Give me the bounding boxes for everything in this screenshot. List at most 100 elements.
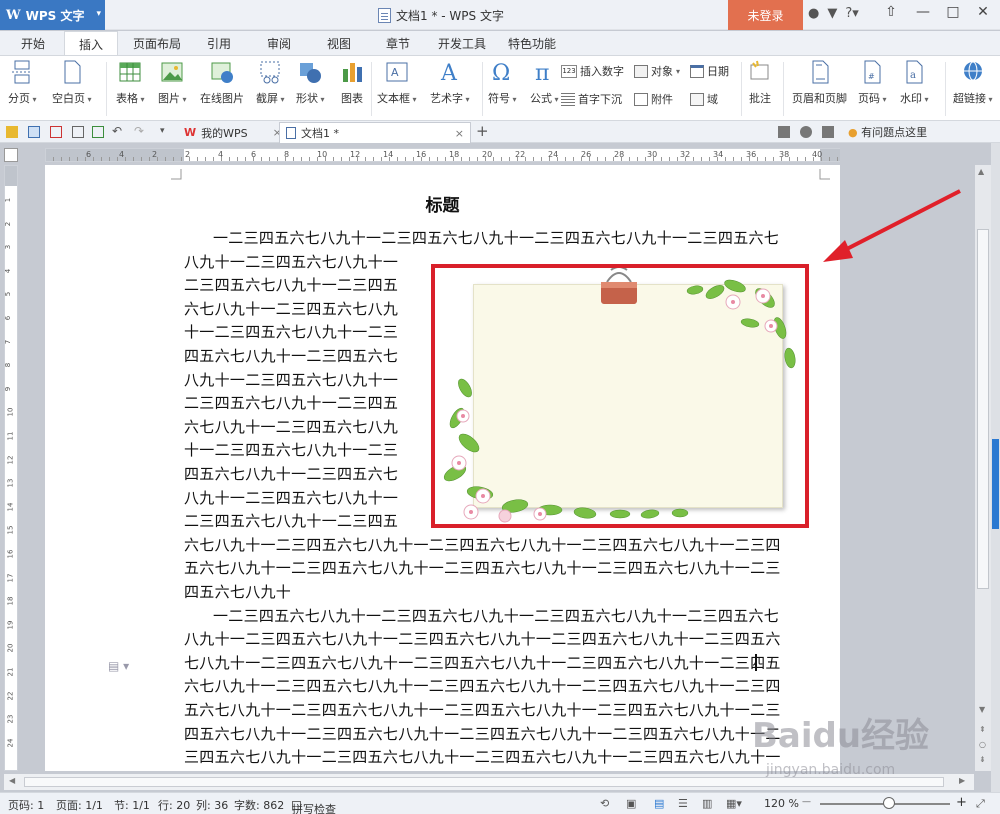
insert-number-button[interactable]: 123 插入数字 (561, 63, 624, 79)
watermark-button[interactable]: a 水印 (900, 59, 929, 106)
skin-icon[interactable]: ● (808, 6, 819, 21)
scroll-down-icon[interactable]: ▼ (979, 705, 985, 714)
export-pdf-icon[interactable] (50, 126, 62, 138)
object-button[interactable]: 对象 ▾ (634, 63, 680, 79)
comment-button[interactable]: 批注 (748, 59, 772, 106)
symbol-button[interactable]: Ω 符号 (488, 59, 517, 106)
picture-button[interactable]: 图片 (158, 59, 187, 106)
ribbon-divider (106, 62, 107, 116)
wordart-button[interactable]: A 艺术字 (430, 59, 470, 106)
text-line: 十一二三四五六七八九十一二三 (184, 323, 399, 342)
online-picture-button[interactable]: 在线图片 (200, 59, 244, 106)
task-pane-strip[interactable] (991, 143, 1000, 792)
scroll-thumb[interactable] (977, 229, 989, 589)
tab-view[interactable]: 视图 (327, 35, 351, 52)
page-number-button[interactable]: # 页码 (858, 59, 887, 106)
ruler-corner[interactable] (4, 148, 18, 162)
zoom-in-button[interactable]: + (956, 795, 967, 810)
next-page-icon[interactable]: ⇟ (979, 755, 986, 764)
close-button[interactable]: ✕ (972, 4, 994, 20)
table-button[interactable]: 表格 (116, 59, 145, 106)
page-break-button[interactable]: 分页 (8, 59, 37, 106)
field-button[interactable]: 域 (690, 91, 718, 107)
header-footer-button[interactable]: 页眉和页脚 (792, 59, 847, 106)
status-section[interactable]: 节: 1/1 (114, 797, 150, 813)
ruler-number: 6 (4, 315, 13, 321)
revision-icon[interactable]: ⟲ (600, 797, 609, 810)
tab-home[interactable]: 开始 (21, 35, 45, 52)
document-page[interactable]: 标题 一二三四五六七八九十一二三四五六七八九十一二三四五六七八九十一二三四五六七… (45, 165, 840, 771)
zoom-out-button[interactable]: — (802, 797, 811, 807)
number-icon: 123 (561, 64, 577, 78)
drop-cap-button[interactable]: 首字下沉 (561, 91, 622, 107)
read-view-icon[interactable]: ▦▾ (726, 797, 742, 810)
fit-page-icon[interactable]: ⤢ (976, 797, 985, 811)
screenshot-button[interactable]: 截屏 (256, 59, 285, 106)
chart-button[interactable]: 图表 (340, 59, 364, 106)
text-line: 二三四五六七八九十一二三四五 (184, 512, 399, 531)
tool-icon[interactable] (778, 126, 790, 138)
help-button[interactable]: ?▾ (845, 6, 858, 21)
tool-icon[interactable] (822, 126, 834, 138)
new-tab-button[interactable]: + (476, 122, 489, 140)
task-pane-toggle[interactable] (992, 439, 999, 529)
chevron-down-icon[interactable]: ▾ (160, 126, 172, 138)
tool-icon[interactable] (800, 126, 812, 138)
scroll-right-icon[interactable]: ▶ (959, 776, 965, 785)
shapes-button[interactable]: 形状 (296, 59, 325, 106)
textbox-button[interactable]: A 文本框 (377, 59, 417, 106)
scissors-icon (260, 61, 280, 84)
vertical-scrollbar[interactable]: ▲ ▼ ⇞ ○ ⇟ (975, 165, 991, 771)
attachment-button[interactable]: 附件 (634, 91, 673, 107)
zoom-slider-knob[interactable] (883, 797, 895, 809)
restore-ribbon-icon[interactable]: ⇧ (880, 4, 902, 20)
web-view-icon[interactable]: ▥ (702, 797, 712, 810)
save-icon[interactable] (28, 126, 40, 138)
tab-section[interactable]: 章节 (386, 35, 410, 52)
wps-app-menu-button[interactable]: W WPS 文字 ▾ (0, 0, 105, 30)
tab-page-layout[interactable]: 页面布局 (133, 35, 181, 52)
tab-insert[interactable]: 插入 (64, 31, 119, 56)
shirt-icon[interactable]: ▼ (827, 6, 837, 21)
fullscreen-icon[interactable]: ▣ (626, 797, 636, 810)
print-preview-icon[interactable] (92, 126, 104, 138)
maximize-button[interactable]: □ (942, 4, 964, 20)
object-icon (634, 64, 648, 78)
login-button[interactable]: 未登录 (728, 0, 803, 30)
tab-review[interactable]: 审阅 (267, 35, 291, 52)
date-button[interactable]: 日期 (690, 63, 729, 79)
tab-references[interactable]: 引用 (207, 35, 231, 52)
horizontal-ruler[interactable]: 6 4 2 2 4 6 8 10 12 14 16 18 20 22 24 26 28 30 32 34 36 38 40 (45, 148, 840, 162)
prev-page-icon[interactable]: ⇞ (979, 725, 986, 734)
inserted-image-frame[interactable] (431, 264, 809, 528)
outline-view-icon[interactable]: ☰ (678, 797, 688, 810)
browse-object-icon[interactable]: ○ (979, 740, 986, 749)
ruler-number: 14 (6, 502, 15, 512)
print-icon[interactable] (72, 126, 84, 138)
tab-developer[interactable]: 开发工具 (438, 35, 486, 52)
ruler-number: 6 (86, 150, 92, 159)
vertical-ruler[interactable]: 1 2 3 4 5 6 7 8 9 10 11 12 13 14 15 16 17 18 19 20 21 22 23 24 (4, 165, 18, 771)
zoom-level[interactable]: 120 % (764, 797, 799, 810)
page-view-icon[interactable]: ▤ (654, 797, 664, 810)
redo-icon[interactable]: ↷ (134, 125, 146, 138)
status-word-count[interactable]: 字数: 862 (234, 797, 284, 813)
close-tab-icon[interactable]: × (455, 127, 464, 140)
tab-special-features[interactable]: 特色功能 (508, 35, 556, 52)
formula-button[interactable]: π 公式 (530, 59, 559, 106)
minimize-button[interactable]: — (912, 4, 934, 20)
tab-my-wps[interactable]: W 我的WPS × (178, 122, 288, 143)
text-line: 七八九十一二三四五六七八九十一二三四五六七八九十一二三四五六七八九十一二三四五 (184, 653, 781, 672)
hyperlink-button[interactable]: 超链接 (953, 59, 993, 106)
undo-icon[interactable]: ↶ (112, 125, 124, 138)
scroll-up-icon[interactable]: ▲ (978, 167, 984, 176)
scroll-left-icon[interactable]: ◀ (9, 776, 15, 785)
paragraph-layout-icon[interactable]: ▤ ▾ (108, 659, 129, 673)
open-folder-icon[interactable] (6, 126, 18, 138)
blank-page-button[interactable]: 空白页 (52, 59, 92, 106)
status-page-code[interactable]: 页码: 1 (8, 797, 44, 813)
status-pages[interactable]: 页面: 1/1 (56, 797, 103, 813)
text-line: 八九十一二三四五六七八九十一 (184, 488, 399, 507)
feedback-link[interactable]: ● 有问题点这里 (848, 124, 927, 140)
tab-document1[interactable]: 文档1 * × (279, 122, 471, 143)
